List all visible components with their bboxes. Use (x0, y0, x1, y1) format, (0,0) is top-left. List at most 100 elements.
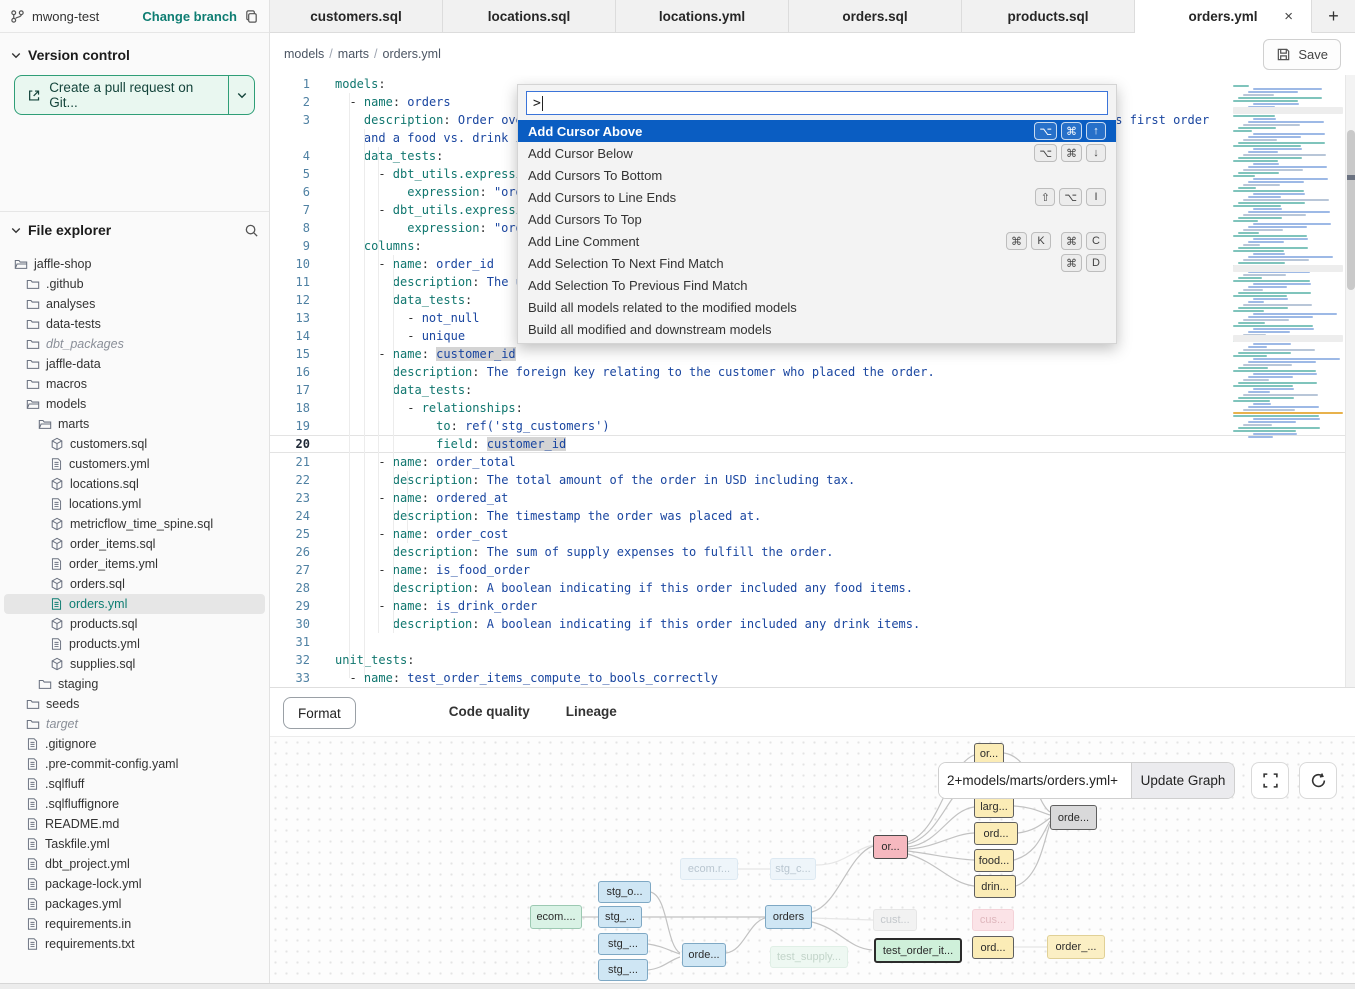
command-input[interactable]: > (526, 91, 1108, 115)
command-item[interactable]: Add Cursors To Top (518, 208, 1116, 230)
file-tree-item-products.sql[interactable]: products.sql (4, 614, 265, 634)
close-icon[interactable]: × (1284, 8, 1293, 25)
file-tree-item-macros[interactable]: macros (4, 374, 265, 394)
command-item[interactable]: Build all models related to the modified… (518, 296, 1116, 318)
create-pr-main[interactable]: Create a pull request on Git... (15, 76, 228, 114)
tab-locations.yml[interactable]: locations.yml (616, 0, 789, 32)
tab-orders.sql[interactable]: orders.sql (789, 0, 962, 32)
file-tree-item-products.yml[interactable]: products.yml (4, 634, 265, 654)
lineage-node-ord...[interactable]: ord... (974, 822, 1018, 845)
code-line-20[interactable]: 20 field: customer_id (270, 435, 1355, 453)
format-button[interactable]: Format (283, 697, 356, 729)
editor-scrollbar[interactable] (1345, 75, 1355, 687)
lineage-node-drin...[interactable]: drin... (974, 875, 1016, 898)
file-tree-item-marts[interactable]: marts (4, 414, 265, 434)
file-tree-item-orders.yml[interactable]: orders.yml (4, 594, 265, 614)
code-editor[interactable]: 1models:2 - name: orders3 description: O… (270, 75, 1355, 687)
command-item[interactable]: Add Selection To Next Find Match⌘D (518, 252, 1116, 274)
code-line-24[interactable]: 24 description: The timestamp the order … (270, 507, 1355, 525)
file-tree-item-customers.yml[interactable]: customers.yml (4, 454, 265, 474)
code-line-21[interactable]: 21 - name: order_total (270, 453, 1355, 471)
file-tree-item-.pre-commit-config.yaml[interactable]: .pre-commit-config.yaml (4, 754, 265, 774)
file-explorer-header[interactable]: File explorer (0, 211, 269, 246)
refresh-button[interactable] (1299, 762, 1337, 799)
file-tree-item-order_items.yml[interactable]: order_items.yml (4, 554, 265, 574)
file-tree-item-locations.yml[interactable]: locations.yml (4, 494, 265, 514)
lineage-node-stg_...[interactable]: stg_... (598, 933, 648, 955)
file-tree-item-target[interactable]: target (4, 714, 265, 734)
version-control-header[interactable]: Version control (0, 33, 269, 71)
code-line-15[interactable]: 15 - name: customer_id (270, 345, 1355, 363)
tab-customers.sql[interactable]: customers.sql (270, 0, 443, 32)
file-tree-item-requirements.txt[interactable]: requirements.txt (4, 934, 265, 954)
file-tree-item-seeds[interactable]: seeds (4, 694, 265, 714)
tab-orders.yml[interactable]: orders.yml× (1135, 0, 1312, 33)
file-tree-item-analyses[interactable]: analyses (4, 294, 265, 314)
code-line-31[interactable]: 31 (270, 633, 1355, 651)
command-item[interactable]: Add Cursors To Bottom (518, 164, 1116, 186)
lineage-node-orde...[interactable]: orde... (1050, 805, 1097, 830)
code-line-26[interactable]: 26 description: The sum of supply expens… (270, 543, 1355, 561)
lineage-node-ecom.r...[interactable]: ecom.r... (680, 858, 738, 880)
lineage-node-stg_...[interactable]: stg_... (598, 959, 648, 981)
file-tree-item-jaffle-shop[interactable]: jaffle-shop (4, 254, 265, 274)
code-line-19[interactable]: 19 to: ref('stg_customers') (270, 417, 1355, 435)
tab-lineage[interactable]: Lineage (548, 697, 635, 739)
file-tree-item-dbt_project.yml[interactable]: dbt_project.yml (4, 854, 265, 874)
new-tab-button[interactable]: + (1312, 0, 1355, 32)
change-branch-link[interactable]: Change branch (142, 9, 237, 24)
code-line-16[interactable]: 16 description: The foreign key relating… (270, 363, 1355, 381)
file-tree-item-staging[interactable]: staging (4, 674, 265, 694)
file-tree-item-order_items.sql[interactable]: order_items.sql (4, 534, 265, 554)
file-tree-item-data-tests[interactable]: data-tests (4, 314, 265, 334)
file-tree-item-.sqlfluffignore[interactable]: .sqlfluffignore (4, 794, 265, 814)
code-line-33[interactable]: 33 - name: test_order_items_compute_to_b… (270, 669, 1355, 687)
code-line-25[interactable]: 25 - name: order_cost (270, 525, 1355, 543)
file-tree-item-requirements.in[interactable]: requirements.in (4, 914, 265, 934)
save-button[interactable]: Save (1263, 39, 1341, 70)
file-tree-item-.sqlfluff[interactable]: .sqlfluff (4, 774, 265, 794)
file-tree-item-orders.sql[interactable]: orders.sql (4, 574, 265, 594)
code-line-17[interactable]: 17 data_tests: (270, 381, 1355, 399)
file-tree-item-package-lock.yml[interactable]: package-lock.yml (4, 874, 265, 894)
lineage-node-ecom....[interactable]: ecom.... (530, 905, 582, 929)
code-line-23[interactable]: 23 - name: ordered_at (270, 489, 1355, 507)
file-tree-item-metricflow_time_spine.sql[interactable]: metricflow_time_spine.sql (4, 514, 265, 534)
graph-selector-input[interactable] (939, 763, 1131, 798)
code-line-29[interactable]: 29 - name: is_drink_order (270, 597, 1355, 615)
file-tree-item-README.md[interactable]: README.md (4, 814, 265, 834)
breadcrumb-models[interactable]: models (284, 47, 324, 61)
command-item[interactable]: Add Selection To Previous Find Match (518, 274, 1116, 296)
command-item[interactable]: Add Line Comment⌘K⌘C (518, 230, 1116, 252)
tab-locations.sql[interactable]: locations.sql (443, 0, 616, 32)
lineage-node-order_...[interactable]: order_... (1047, 935, 1105, 959)
file-tree-item-locations.sql[interactable]: locations.sql (4, 474, 265, 494)
file-tree-item-Taskfile.yml[interactable]: Taskfile.yml (4, 834, 265, 854)
tab-products.sql[interactable]: products.sql (962, 0, 1135, 32)
lineage-node-orde...[interactable]: orde... (682, 943, 726, 967)
code-line-30[interactable]: 30 description: A boolean indicating if … (270, 615, 1355, 633)
copy-branch-icon[interactable] (244, 9, 259, 24)
fullscreen-button[interactable] (1251, 762, 1289, 799)
file-tree-item-jaffle-data[interactable]: jaffle-data (4, 354, 265, 374)
lineage-node-orders[interactable]: orders (765, 905, 812, 929)
file-tree-item-customers.sql[interactable]: customers.sql (4, 434, 265, 454)
command-item[interactable]: Add Cursor Above⌥⌘↑ (518, 120, 1116, 142)
lineage-node-cus...[interactable]: cus... (972, 909, 1014, 931)
lineage-node-stg_c...[interactable]: stg_c... (770, 858, 816, 880)
file-tree-item-packages.yml[interactable]: packages.yml (4, 894, 265, 914)
update-graph-button[interactable]: Update Graph (1131, 763, 1234, 798)
lineage-node-or...[interactable]: or... (873, 835, 908, 859)
command-item[interactable]: Add Cursor Below⌥⌘↓ (518, 142, 1116, 164)
lineage-node-cust...[interactable]: cust... (873, 909, 917, 931)
breadcrumb-marts[interactable]: marts (338, 47, 369, 61)
code-line-27[interactable]: 27 - name: is_food_order (270, 561, 1355, 579)
create-pr-caret[interactable] (228, 76, 254, 114)
minimap[interactable] (1233, 85, 1343, 460)
lineage-node-food...[interactable]: food... (974, 849, 1014, 872)
scrollbar-thumb[interactable] (1347, 130, 1355, 290)
file-tree-item-models[interactable]: models (4, 394, 265, 414)
code-line-22[interactable]: 22 description: The total amount of the … (270, 471, 1355, 489)
tab-code-quality[interactable]: Code quality (431, 697, 548, 739)
lineage-node-test_order_it...[interactable]: test_order_it... (874, 938, 962, 963)
